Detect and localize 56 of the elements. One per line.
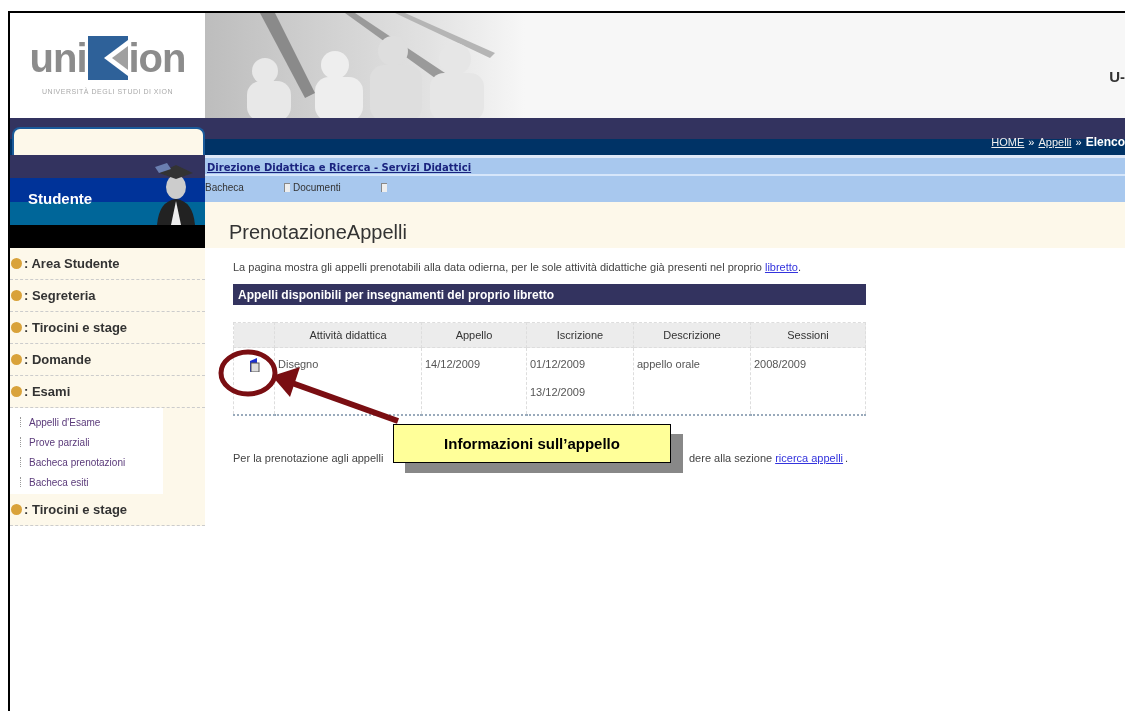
- bullet-icon: [11, 322, 22, 333]
- bullet-icon: [11, 354, 22, 365]
- dotted-marker-icon: [20, 437, 23, 447]
- document-icon[interactable]: [380, 182, 387, 192]
- logo-mark-icon: [87, 36, 128, 80]
- submenu-link[interactable]: Bacheca prenotazioni: [29, 456, 126, 468]
- table-header-cell: Appello: [421, 322, 527, 348]
- submenu-link[interactable]: Appelli d'Esame: [29, 416, 101, 428]
- table-cell-text: 01/12/2009: [530, 358, 587, 372]
- bullet-icon: [11, 386, 22, 397]
- table-cell-text: 13/12/2009: [530, 386, 587, 400]
- toolbar-link[interactable]: Bacheca: [205, 181, 244, 193]
- table-header-cell: Iscrizione: [526, 322, 634, 348]
- document-icon: [283, 182, 290, 192]
- table-cell: 14/12/2009: [421, 347, 527, 415]
- footnote-text: Per la prenotazione agli appelli: [233, 452, 385, 464]
- bullet-icon: [11, 504, 22, 515]
- punctuation: .: [845, 452, 849, 464]
- table-cell: 2008/2009: [750, 347, 866, 415]
- menu-item[interactable]: : Area Studente: [24, 256, 120, 271]
- logo-text: ion: [128, 36, 186, 80]
- footnote-text: dere alla sezione: [689, 452, 773, 464]
- highlight-ring: [218, 349, 278, 397]
- intro-text: La pagina mostra gli appelli prenotabili alla data odierna, per le sole attività didattiche già presenti nel proprio: [233, 261, 762, 273]
- logo-text: uni: [29, 36, 87, 80]
- toolbar-link[interactable]: Documenti: [283, 181, 341, 193]
- breadcrumb-current: Elenco: [1085, 135, 1125, 149]
- info-book-icon[interactable]: [248, 358, 260, 372]
- menu-item[interactable]: : Tirocini e stage: [24, 502, 128, 517]
- menu-item[interactable]: : Domande: [24, 352, 92, 367]
- sidebar-title: Studente: [28, 189, 93, 207]
- search-link[interactable]: ricerca appelli: [775, 452, 844, 464]
- submenu-link[interactable]: Prove parziali: [29, 436, 90, 448]
- table-header-cell: Descrizione: [633, 322, 751, 348]
- breadcrumb-separator: »: [1028, 136, 1035, 148]
- table-cell: appello orale: [633, 347, 751, 415]
- bullet-icon: [11, 290, 22, 301]
- dotted-marker-icon: [20, 477, 23, 487]
- page-title: PrenotazioneAppelli: [229, 221, 407, 244]
- menu-item[interactable]: : Segreteria: [24, 288, 96, 303]
- table-header-cell: Attività didattica: [274, 322, 422, 348]
- menu-item[interactable]: : Esami: [24, 384, 71, 399]
- section-header: Appelli disponibili per insegnamenti del proprio libretto: [233, 284, 866, 305]
- libretto-link[interactable]: libretto: [764, 261, 798, 273]
- breadcrumb-link[interactable]: Appelli: [1038, 136, 1072, 148]
- table-header-cell: Sessioni: [750, 322, 866, 348]
- dotted-marker-icon: [20, 457, 23, 467]
- breadcrumb-link[interactable]: HOME: [991, 136, 1025, 148]
- menu-item[interactable]: : Tirocini e stage: [24, 320, 128, 335]
- breadcrumb-separator: »: [1075, 136, 1082, 148]
- department-link[interactable]: Direzione Didattica e Ricerca - Servizi Didattici: [205, 158, 1125, 176]
- submenu-link[interactable]: Bacheca esiti: [29, 476, 89, 488]
- header-text: U-: [1109, 68, 1125, 85]
- dotted-marker-icon: [20, 417, 23, 427]
- bullet-icon: [11, 258, 22, 269]
- punctuation: .: [798, 261, 802, 273]
